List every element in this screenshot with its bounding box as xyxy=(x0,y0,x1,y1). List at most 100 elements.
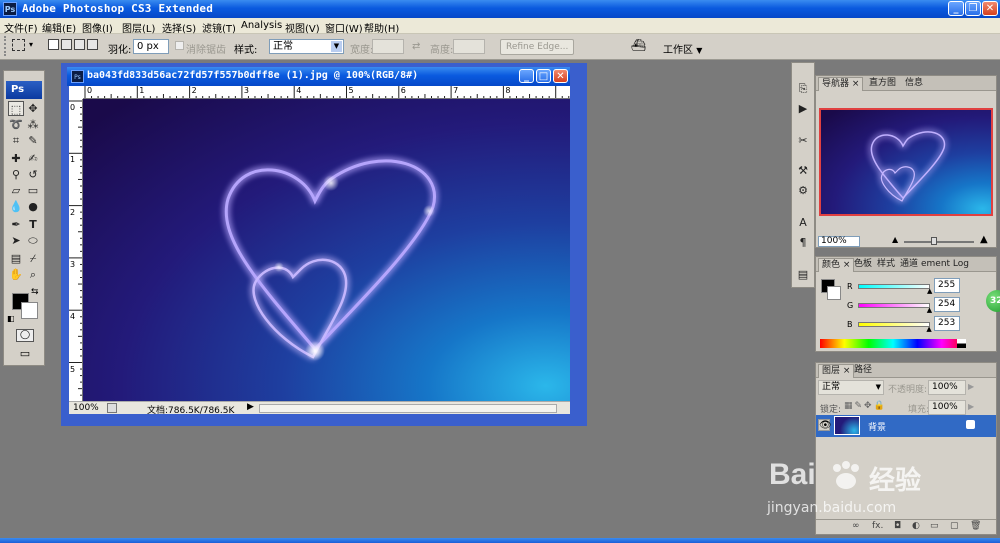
r-slider[interactable] xyxy=(858,284,930,289)
antialias-checkbox[interactable] xyxy=(175,41,184,50)
default-colors-icon[interactable]: ◧ xyxy=(7,314,15,323)
brush-tool-icon[interactable]: ✍ xyxy=(25,151,41,166)
zoom-tool-icon[interactable]: ⌕ xyxy=(25,267,41,282)
new-selection-icon[interactable] xyxy=(48,39,59,50)
menu-help[interactable]: 帮助(H) xyxy=(364,20,399,35)
crop-tool-icon[interactable]: ⌗ xyxy=(8,133,24,148)
bridge-icon[interactable]: ⛴ xyxy=(631,38,649,53)
tool-presets-icon[interactable]: ✂ xyxy=(795,133,811,148)
tab-layers[interactable]: 图层 × xyxy=(818,364,855,378)
feather-input[interactable]: 0 px xyxy=(133,39,169,54)
navigator-zoom-handle[interactable] xyxy=(931,237,937,245)
pen-tool-icon[interactable]: ✒ xyxy=(8,217,24,232)
lock-icons[interactable]: ▦✎✥🔒 xyxy=(844,401,887,411)
status-icon[interactable] xyxy=(107,403,117,413)
horizontal-ruler[interactable]: 0 1 2 3 4 5 6 7 8 xyxy=(83,86,570,99)
r-slider-handle[interactable]: ▲ xyxy=(927,287,932,295)
width-input[interactable] xyxy=(372,39,404,54)
g-slider-handle[interactable]: ▲ xyxy=(927,306,932,314)
chevron-down-icon[interactable]: ▾ xyxy=(29,40,33,49)
opacity-arrow-icon[interactable]: ▶ xyxy=(968,382,974,391)
delete-layer-icon[interactable]: 🗑 xyxy=(970,521,981,531)
eyedropper-tool-icon[interactable]: ⌿ xyxy=(25,251,41,266)
clone-source-icon[interactable]: ⚙ xyxy=(795,183,811,198)
fill-arrow-icon[interactable]: ▶ xyxy=(968,402,974,411)
actions-panel-icon[interactable]: ▶ xyxy=(795,101,811,116)
layer-comps-icon[interactable]: ▤ xyxy=(795,267,811,282)
marquee-tool-icon[interactable]: ⬚ xyxy=(8,101,24,116)
history-panel-icon[interactable]: ⎘ xyxy=(795,81,811,96)
doc-close-button[interactable]: ✕ xyxy=(553,69,568,83)
tab-navigator[interactable]: 导航器 × xyxy=(818,77,864,91)
minimize-button[interactable]: _ xyxy=(948,1,964,16)
blend-mode-select[interactable]: 正常 ▼ xyxy=(818,380,884,395)
layer-row-background[interactable]: 👁 背景 xyxy=(816,415,996,437)
b-value-input[interactable]: 253 xyxy=(934,316,960,331)
zoom-in-icon[interactable]: ▲ xyxy=(980,234,988,245)
menu-analysis[interactable]: Analysis xyxy=(241,20,282,31)
navigator-thumbnail[interactable] xyxy=(819,108,993,216)
slice-tool-icon[interactable]: ✎ xyxy=(25,133,41,148)
dodge-tool-icon[interactable]: ● xyxy=(25,199,41,214)
tab-color[interactable]: 颜色 × xyxy=(818,258,855,272)
color-bg-swatch[interactable] xyxy=(827,286,841,300)
menu-image[interactable]: 图像(I) xyxy=(82,20,113,35)
hand-tool-icon[interactable]: ✋ xyxy=(8,267,24,282)
menu-window[interactable]: 窗口(W) xyxy=(325,20,363,35)
shape-tool-icon[interactable]: ⬭ xyxy=(25,233,41,248)
add-selection-icon[interactable] xyxy=(61,39,72,50)
paragraph-panel-icon[interactable]: ¶ xyxy=(795,235,811,250)
character-panel-icon[interactable]: A xyxy=(795,215,811,230)
color-spectrum-bar[interactable] xyxy=(820,339,966,348)
subtract-selection-icon[interactable] xyxy=(74,39,85,50)
tab-info[interactable]: 信息 xyxy=(902,77,926,91)
spectrum-bw-swatch[interactable] xyxy=(957,339,966,348)
navigator-zoom-slider[interactable] xyxy=(904,241,974,243)
brushes-panel-icon[interactable]: ⚒ xyxy=(795,163,811,178)
swap-colors-icon[interactable]: ⇆ xyxy=(31,287,39,297)
blur-tool-icon[interactable]: 💧 xyxy=(8,199,24,214)
type-tool-icon[interactable]: T xyxy=(25,217,41,232)
tab-measurement-log[interactable]: ement Log xyxy=(918,258,972,272)
eraser-tool-icon[interactable]: ▱ xyxy=(8,183,24,198)
intersect-selection-icon[interactable] xyxy=(87,39,98,50)
clone-stamp-icon[interactable]: ⚲ xyxy=(8,167,24,182)
horizontal-scrollbar[interactable] xyxy=(259,404,557,413)
menu-layer[interactable]: 图层(L) xyxy=(122,20,155,35)
refine-edge-button[interactable]: Refine Edge... xyxy=(500,39,575,55)
g-value-input[interactable]: 254 xyxy=(934,297,960,312)
marquee-tool-preset-icon[interactable] xyxy=(12,39,25,51)
tab-styles[interactable]: 样式 xyxy=(874,258,898,272)
doc-maximize-button[interactable]: □ xyxy=(536,69,551,83)
move-tool-icon[interactable]: ✥ xyxy=(25,101,41,116)
gradient-tool-icon[interactable]: ▭ xyxy=(25,183,41,198)
fill-input[interactable]: 100% xyxy=(928,400,966,415)
magic-wand-tool-icon[interactable]: ⁂ xyxy=(25,117,41,132)
layer-name[interactable]: 背景 xyxy=(868,420,886,433)
grip-handle[interactable] xyxy=(4,36,8,56)
image-canvas[interactable] xyxy=(83,99,570,401)
document-title-bar[interactable]: Ps ba043fd833d56ac72fd57f557b0dff8e (1).… xyxy=(67,67,570,86)
b-slider[interactable] xyxy=(858,322,930,327)
background-color-swatch[interactable] xyxy=(21,302,38,319)
status-zoom[interactable]: 100% xyxy=(73,403,99,413)
doc-minimize-button[interactable]: _ xyxy=(519,69,534,83)
workspace-menu[interactable]: 工作区 ▼ xyxy=(663,41,702,56)
tab-paths[interactable]: 路径 xyxy=(851,364,875,378)
opacity-input[interactable]: 100% xyxy=(928,380,966,395)
screen-mode-icon[interactable]: ▭ xyxy=(16,347,34,360)
quick-mask-icon[interactable]: ◯ xyxy=(16,329,34,342)
tab-swatches[interactable]: 色板 xyxy=(851,258,875,272)
r-value-input[interactable]: 255 xyxy=(934,278,960,293)
navigator-zoom-input[interactable]: 100% xyxy=(818,236,860,247)
visibility-eye-icon[interactable]: 👁 xyxy=(818,419,832,431)
notes-tool-icon[interactable]: ▤ xyxy=(8,251,24,266)
height-input[interactable] xyxy=(453,39,485,54)
menu-file[interactable]: 文件(F) xyxy=(4,20,38,35)
swap-icon[interactable]: ⇄ xyxy=(412,41,420,52)
vertical-ruler[interactable]: 0 1 2 3 4 5 xyxy=(69,99,83,401)
menu-view[interactable]: 视图(V) xyxy=(285,20,320,35)
menu-filter[interactable]: 滤镜(T) xyxy=(202,20,236,35)
zoom-out-icon[interactable]: ▲ xyxy=(892,235,898,244)
menu-select[interactable]: 选择(S) xyxy=(162,20,196,35)
